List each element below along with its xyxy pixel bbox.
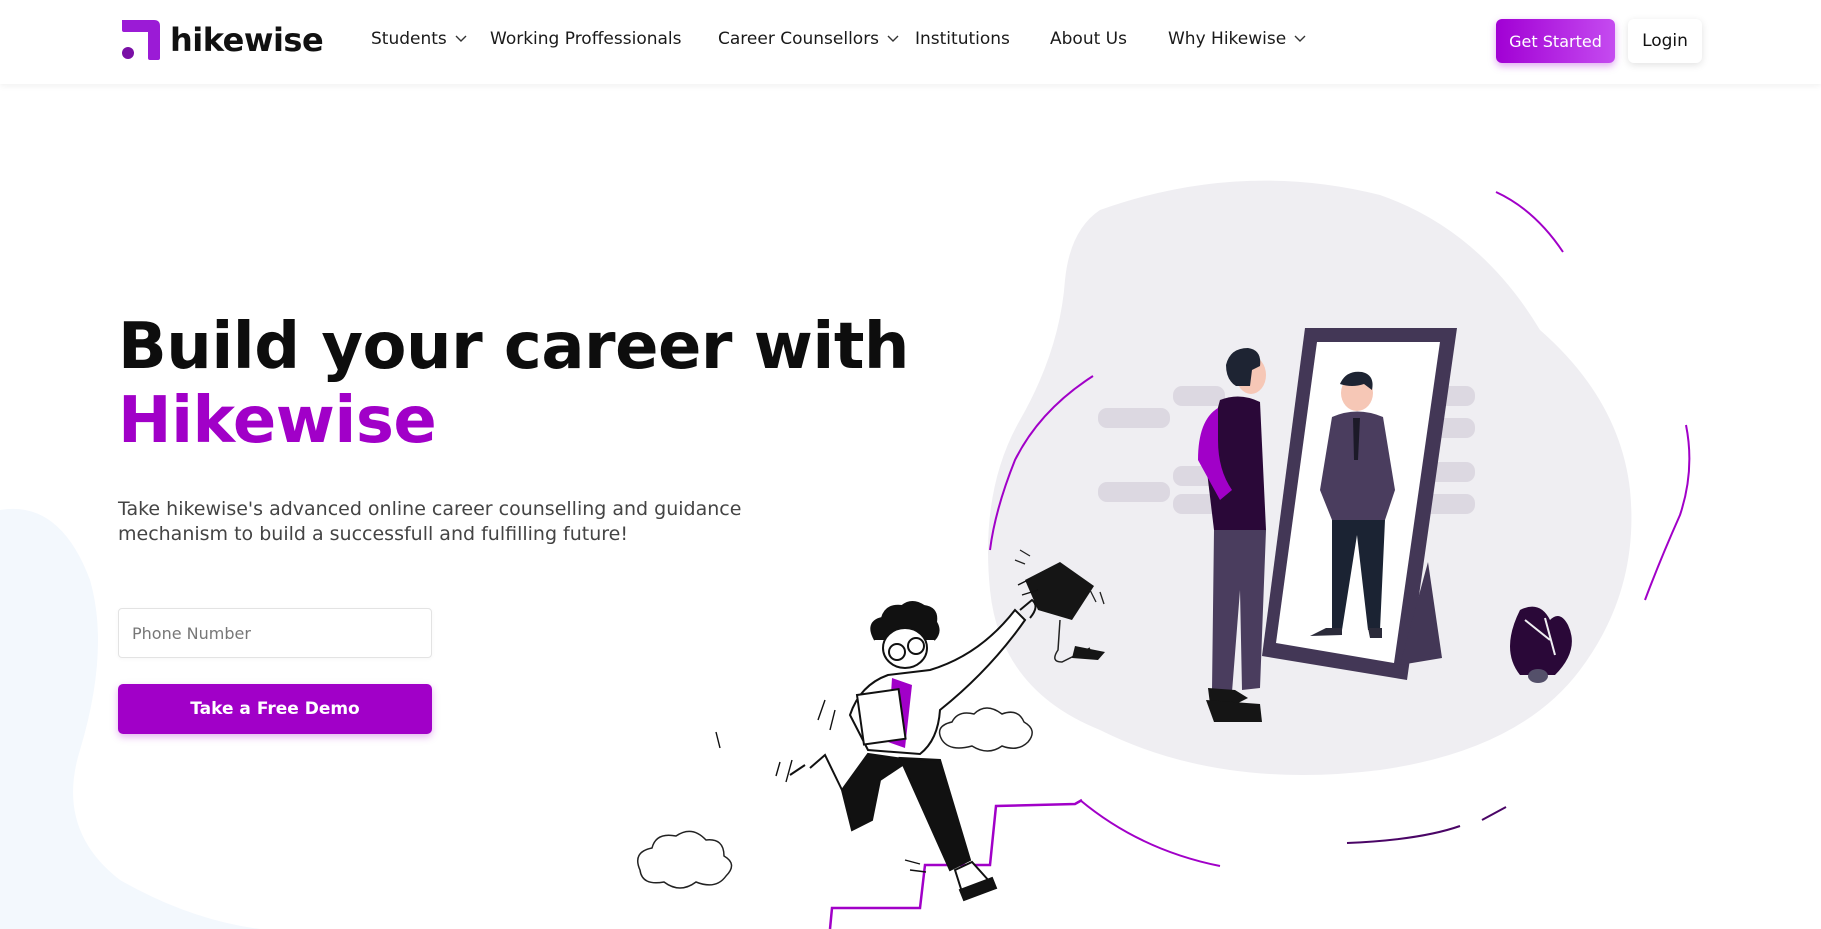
nav-item-about-us[interactable]: About Us bbox=[1050, 29, 1127, 49]
cloud-icon bbox=[637, 830, 733, 889]
accent-curve bbox=[1346, 825, 1461, 844]
site-header: hikewise Students Working Proffessionals… bbox=[0, 0, 1821, 84]
nav-item-label: About Us bbox=[1050, 29, 1127, 49]
accent-curve bbox=[1644, 424, 1691, 601]
nav-item-label: Working Proffessionals bbox=[490, 29, 682, 49]
logo-mark-icon bbox=[118, 18, 162, 62]
hero-illustration bbox=[637, 180, 1691, 929]
nav-item-working-professionals[interactable]: Working Proffessionals bbox=[490, 29, 682, 49]
nav-item-label: Why Hikewise bbox=[1168, 29, 1287, 49]
chevron-down-icon bbox=[1294, 35, 1306, 42]
nav-item-institutions[interactable]: Institutions bbox=[915, 29, 1010, 49]
take-free-demo-button[interactable]: Take a Free Demo bbox=[118, 684, 432, 734]
chevron-down-icon bbox=[455, 35, 467, 42]
accent-curve bbox=[1079, 799, 1221, 867]
get-started-button[interactable]: Get Started bbox=[1496, 19, 1615, 63]
nav-item-label: Career Counsellors bbox=[718, 29, 880, 49]
nav-item-students[interactable]: Students bbox=[371, 29, 467, 49]
student-running-icon bbox=[715, 577, 1039, 902]
nav-item-why-hikewise[interactable]: Why Hikewise bbox=[1168, 29, 1306, 49]
nav-item-label: Students bbox=[371, 29, 447, 49]
cloud-icon bbox=[938, 707, 1033, 752]
phone-number-input[interactable] bbox=[118, 608, 432, 658]
nav-item-label: Institutions bbox=[915, 29, 1010, 49]
logo-text: hikewise bbox=[170, 21, 324, 59]
chevron-down-icon bbox=[887, 35, 899, 42]
login-button[interactable]: Login bbox=[1628, 19, 1702, 63]
logo[interactable]: hikewise bbox=[118, 18, 324, 62]
accent-curve bbox=[1495, 191, 1564, 253]
nav-item-career-counsellors[interactable]: Career Counsellors bbox=[718, 29, 899, 49]
accent-curve bbox=[1481, 806, 1507, 821]
